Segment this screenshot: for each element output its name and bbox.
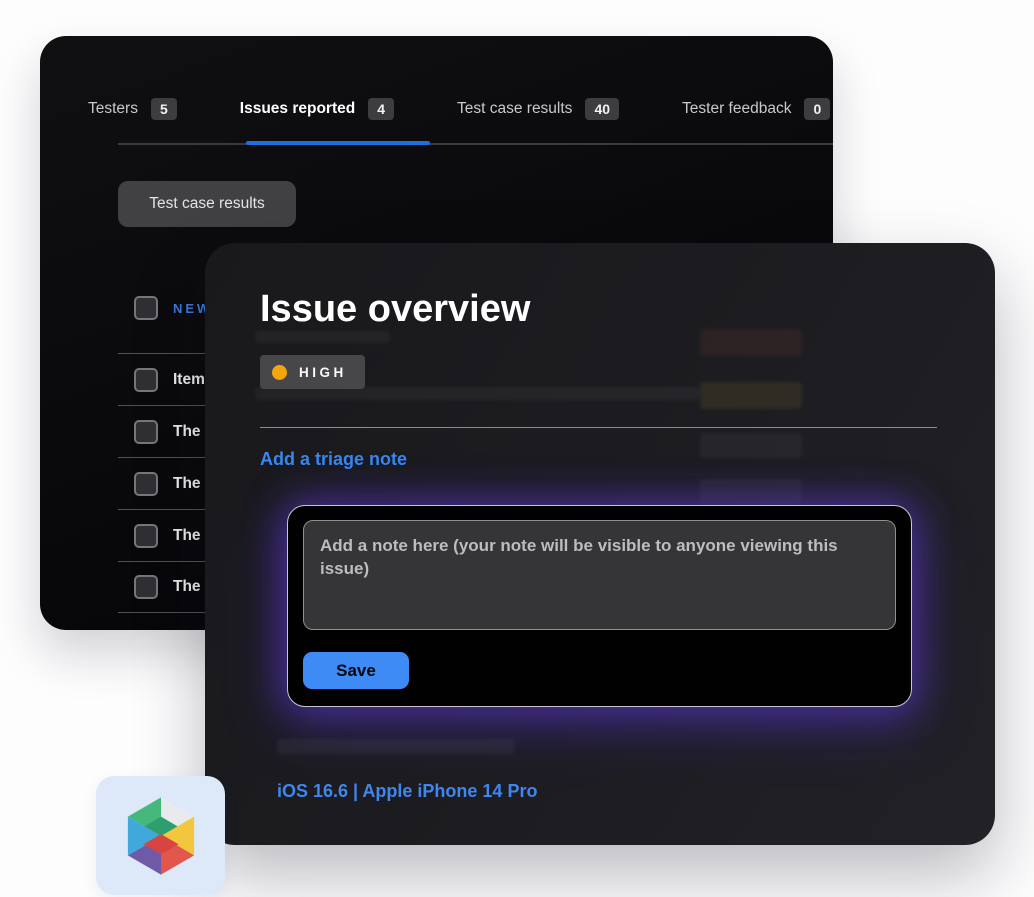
row-checkbox[interactable] (134, 524, 158, 548)
hexagon-cubes-logo-icon (115, 790, 207, 882)
count-badge: 40 (585, 98, 619, 120)
tab-test-case-results[interactable]: Test case results 40 (457, 98, 619, 120)
dimmed-button-smudge (700, 329, 802, 356)
count-badge: 4 (368, 98, 394, 120)
tab-issues-reported[interactable]: Issues reported 4 (240, 98, 394, 120)
dimmed-button-smudge (700, 382, 802, 409)
tab-divider (118, 143, 833, 145)
tab-bar: Testers 5 Issues reported 4 Test case re… (88, 98, 830, 120)
page: Testers 5 Issues reported 4 Test case re… (0, 0, 1034, 897)
select-all-checkbox[interactable] (134, 296, 158, 320)
tab-label: Test case results (457, 100, 572, 118)
severity-badge: HIGH (260, 355, 365, 389)
dimmed-text-smudge (277, 739, 515, 754)
row-checkbox[interactable] (134, 472, 158, 496)
tab-testers[interactable]: Testers 5 (88, 98, 177, 120)
tab-label: Testers (88, 100, 138, 118)
dimmed-button-smudge (700, 479, 802, 504)
triage-note-spotlight: Save (287, 505, 912, 707)
severity-label: HIGH (299, 365, 347, 380)
test-case-results-chip[interactable]: Test case results (118, 181, 296, 227)
active-tab-indicator (246, 141, 430, 145)
dimmed-text-smudge (255, 331, 390, 343)
add-triage-note-link[interactable]: Add a triage note (260, 449, 407, 470)
device-info-link[interactable]: iOS 16.6 | Apple iPhone 14 Pro (277, 781, 537, 802)
page-title: Issue overview (260, 288, 530, 331)
row-checkbox[interactable] (134, 575, 158, 599)
tab-label: Tester feedback (682, 100, 791, 118)
count-badge: 0 (804, 98, 830, 120)
row-checkbox[interactable] (134, 420, 158, 444)
app-logo-card (96, 776, 225, 895)
issue-overview-panel: Issue overview HIGH Add a triage note Sa… (205, 243, 995, 845)
save-button[interactable]: Save (303, 652, 409, 689)
section-divider (260, 427, 937, 428)
dimmed-button-smudge (700, 433, 802, 458)
severity-dot-icon (272, 365, 287, 380)
tab-tester-feedback[interactable]: Tester feedback 0 (682, 98, 830, 120)
triage-note-input[interactable] (303, 520, 896, 630)
count-badge: 5 (151, 98, 177, 120)
tab-label: Issues reported (240, 100, 355, 118)
row-checkbox[interactable] (134, 368, 158, 392)
